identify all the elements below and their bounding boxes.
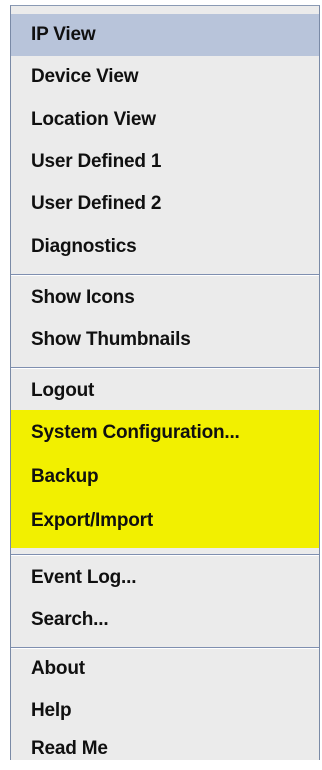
- menu-item-logout[interactable]: Logout: [11, 370, 319, 412]
- menu-item-search[interactable]: Search...: [11, 599, 319, 641]
- menu-item-about[interactable]: About: [11, 648, 319, 690]
- menu-separator-highlight: [11, 275, 319, 276]
- menu-item-show-icons[interactable]: Show Icons: [11, 277, 319, 319]
- menu-item-location-view[interactable]: Location View: [11, 99, 319, 141]
- menu-item-event-log[interactable]: Event Log...: [11, 557, 319, 599]
- menu-item-read-me[interactable]: Read Me: [11, 728, 319, 770]
- menu-item-show-thumbnails[interactable]: Show Thumbnails: [11, 319, 319, 361]
- menu-item-user-defined-2[interactable]: User Defined 2: [11, 183, 319, 225]
- menu-item-user-defined-1[interactable]: User Defined 1: [11, 141, 319, 183]
- menu-item-ip-view[interactable]: IP View: [11, 14, 319, 56]
- menu-separator-highlight: [11, 555, 319, 556]
- menu-item-device-view[interactable]: Device View: [11, 56, 319, 98]
- menu-item-system-configuration[interactable]: System Configuration...: [11, 412, 319, 454]
- menu-item-help[interactable]: Help: [11, 690, 319, 732]
- menu-item-export-import[interactable]: Export/Import: [11, 500, 319, 542]
- context-menu: IP View Device View Location View User D…: [10, 5, 320, 760]
- menu-item-backup[interactable]: Backup: [11, 456, 319, 498]
- menu-separator-highlight: [11, 368, 319, 369]
- menu-item-diagnostics[interactable]: Diagnostics: [11, 226, 319, 268]
